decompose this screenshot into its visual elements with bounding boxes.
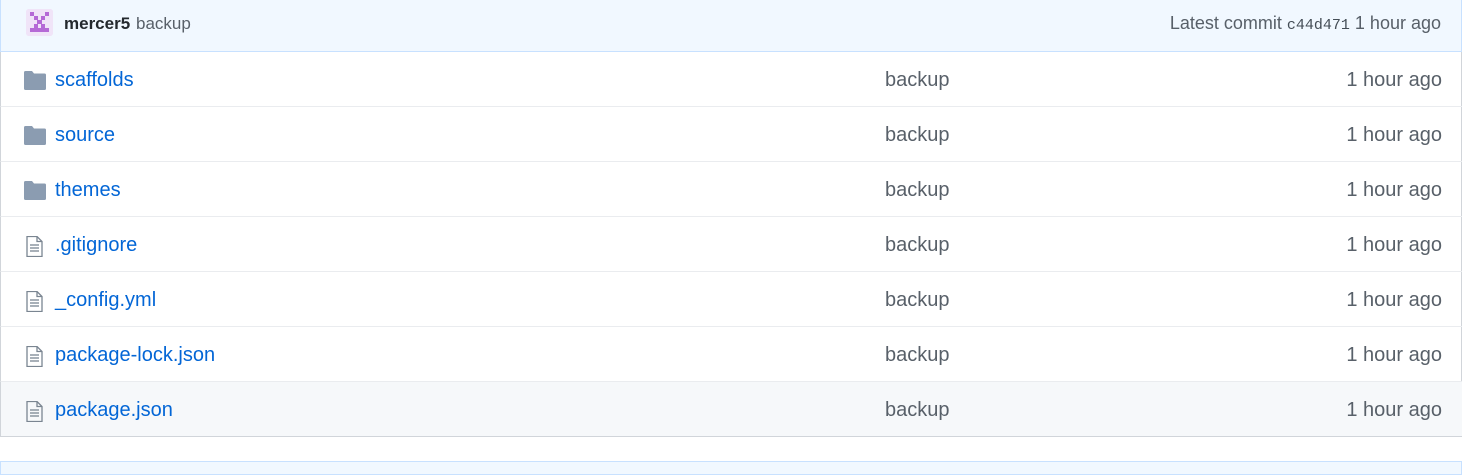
file-age: 1 hour ago (1346, 289, 1442, 311)
latest-commit-info: Latest commit c44d471 1 hour ago (1170, 13, 1441, 34)
table-row: .gitignore backup 1 hour ago (0, 217, 1462, 272)
file-name-link[interactable]: .gitignore (55, 234, 137, 257)
file-name-link[interactable]: package-lock.json (55, 344, 215, 367)
file-age: 1 hour ago (1346, 69, 1442, 91)
file-age: 1 hour ago (1346, 124, 1442, 146)
file-age: 1 hour ago (1346, 399, 1442, 421)
file-age: 1 hour ago (1346, 179, 1442, 201)
table-row: scaffolds backup 1 hour ago (0, 52, 1462, 107)
file-age: 1 hour ago (1346, 344, 1442, 366)
folder-icon (24, 181, 46, 200)
folder-icon (24, 126, 46, 145)
file-icon (24, 290, 46, 313)
file-commit-message[interactable]: backup (885, 234, 950, 257)
file-commit-message[interactable]: backup (885, 344, 950, 367)
latest-commit-label: Latest commit (1169, 13, 1282, 33)
commit-sha[interactable]: c44d471 (1287, 17, 1350, 34)
table-row: themes backup 1 hour ago (0, 162, 1462, 217)
file-commit-message[interactable]: backup (885, 124, 950, 147)
commit-message[interactable]: backup (136, 14, 191, 34)
file-list: scaffolds backup 1 hour ago source backu… (0, 52, 1462, 437)
table-row: source backup 1 hour ago (0, 107, 1462, 162)
file-name-link[interactable]: package.json (55, 399, 173, 422)
commit-age: 1 hour ago (1354, 13, 1441, 33)
file-name-link[interactable]: themes (55, 179, 121, 202)
file-commit-message[interactable]: backup (885, 69, 950, 92)
avatar[interactable] (26, 9, 53, 36)
file-icon (24, 235, 46, 258)
file-age: 1 hour ago (1346, 234, 1442, 256)
file-name-link[interactable]: source (55, 124, 115, 147)
folder-icon (24, 71, 46, 90)
file-name-link[interactable]: _config.yml (55, 289, 156, 312)
table-row: package-lock.json backup 1 hour ago (0, 327, 1462, 382)
file-commit-message[interactable]: backup (885, 399, 950, 422)
table-row: _config.yml backup 1 hour ago (0, 272, 1462, 327)
file-name-link[interactable]: scaffolds (55, 69, 134, 92)
file-commit-message[interactable]: backup (885, 179, 950, 202)
latest-commit-bar: mercer5 backup Latest commit c44d471 1 h… (0, 0, 1462, 52)
commit-author[interactable]: mercer5 (64, 14, 130, 34)
file-icon (24, 345, 46, 368)
file-commit-message[interactable]: backup (885, 289, 950, 312)
file-icon (24, 400, 46, 423)
table-row: package.json backup 1 hour ago (0, 382, 1462, 437)
